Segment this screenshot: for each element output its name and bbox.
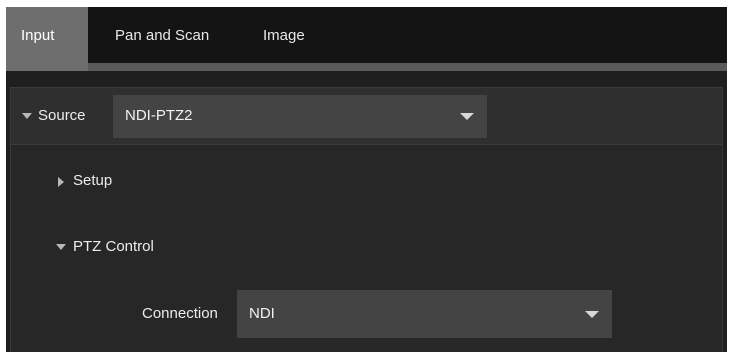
tab-image[interactable]: Image (248, 7, 320, 63)
source-row: Source NDI-PTZ2 (11, 87, 722, 145)
source-dropdown-value: NDI-PTZ2 (125, 107, 193, 124)
chevron-right-icon (58, 177, 64, 187)
tab-input[interactable]: Input (6, 7, 88, 63)
tab-pan-and-scan-label: Pan and Scan (115, 26, 210, 44)
tab-input-label: Input (21, 26, 55, 44)
tab-bar-divider (88, 63, 727, 71)
connection-dropdown-value: NDI (249, 305, 275, 322)
chevron-down-icon[interactable] (22, 113, 32, 119)
connection-dropdown[interactable]: NDI (237, 290, 612, 338)
tab-active-indicator (6, 63, 88, 71)
setup-section-header[interactable]: Setup (11, 167, 722, 197)
setup-label: Setup (73, 172, 113, 189)
source-label: Source (38, 107, 86, 124)
source-dropdown[interactable]: NDI-PTZ2 (113, 95, 487, 138)
input-settings-body: Source NDI-PTZ2 Setup PTZ Control Connec… (10, 87, 723, 352)
ptz-control-section-header[interactable]: PTZ Control (11, 232, 722, 262)
chevron-down-icon (585, 311, 599, 318)
properties-panel: Input Pan and Scan Image Source NDI-PTZ2… (6, 7, 727, 352)
chevron-down-icon (56, 244, 66, 250)
tab-pan-and-scan[interactable]: Pan and Scan (100, 7, 224, 63)
chevron-down-icon (460, 113, 474, 120)
tab-bar: Input Pan and Scan Image (6, 7, 727, 63)
tab-image-label: Image (263, 26, 305, 44)
connection-label: Connection (142, 305, 218, 322)
ptz-control-label: PTZ Control (73, 238, 154, 255)
